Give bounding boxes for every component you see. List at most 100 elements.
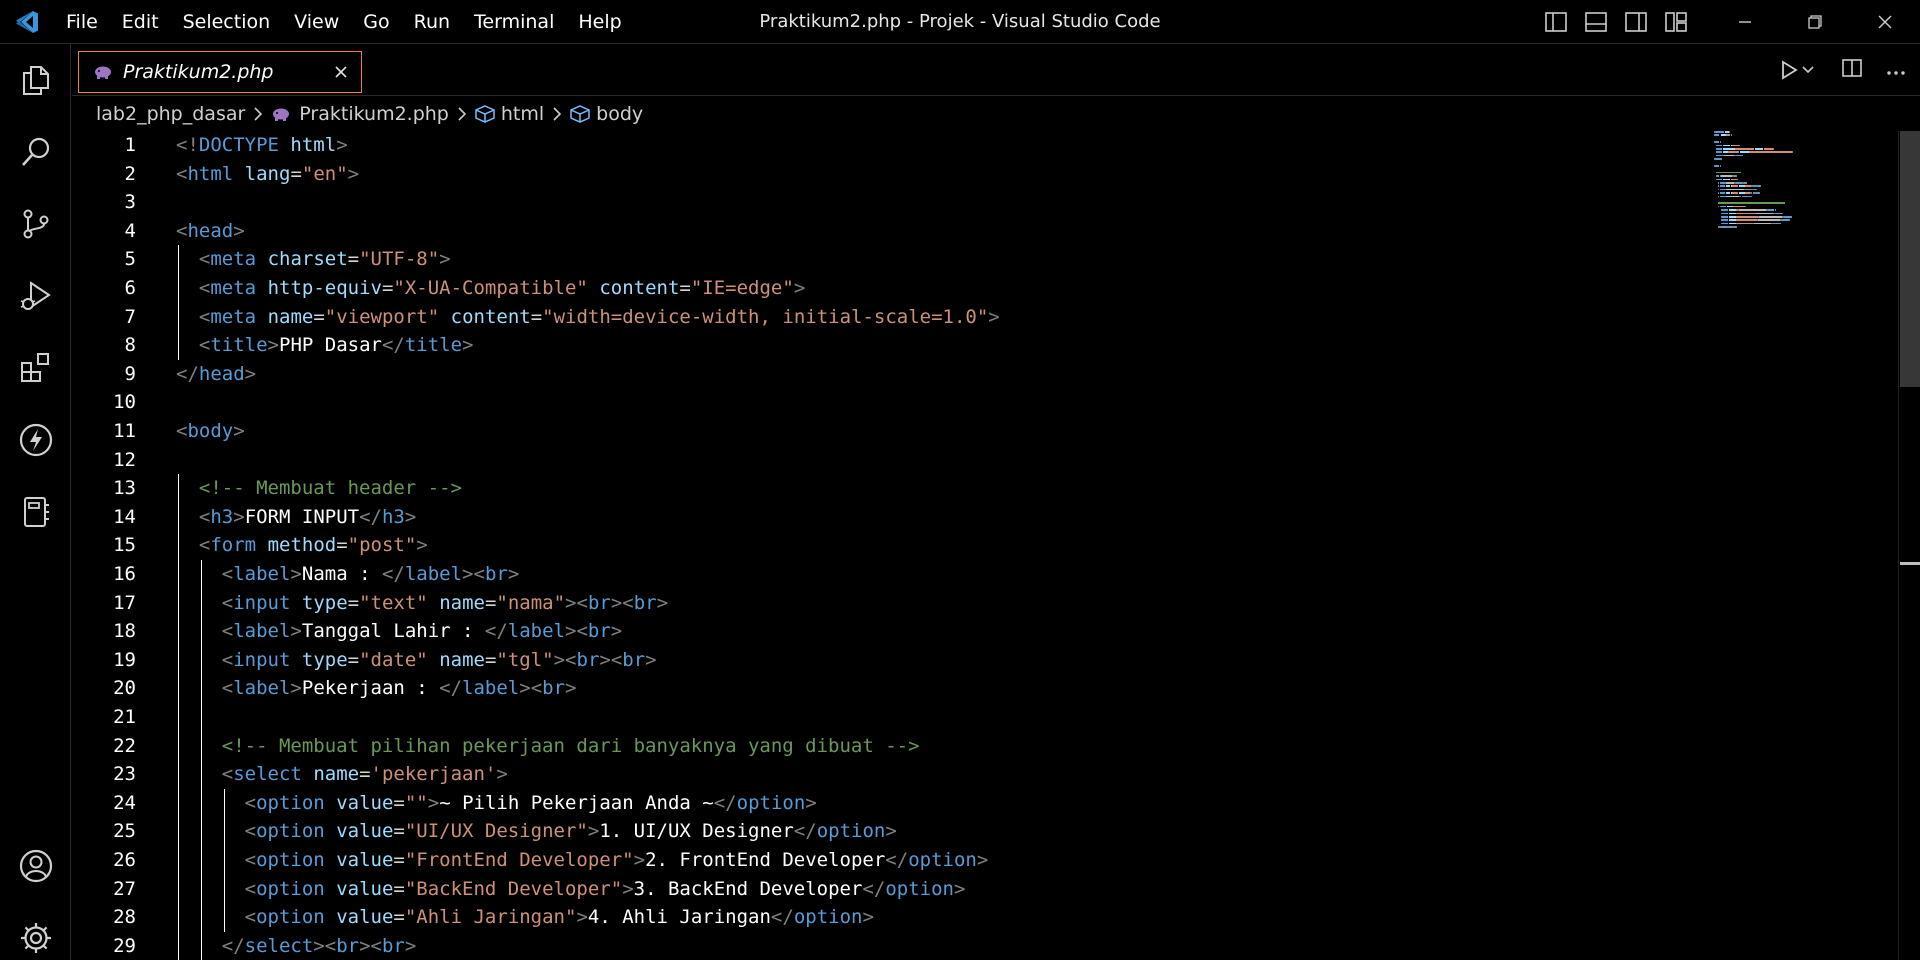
menu-selection[interactable]: Selection — [171, 0, 283, 44]
code-line[interactable]: 9 </head> — [72, 360, 1772, 389]
code-token: meta — [210, 277, 257, 299]
code-line[interactable]: 18 <label>Tanggal Lahir : </label><br> — [72, 617, 1772, 646]
code-token: <!-- Membuat header --> — [198, 477, 462, 500]
code-line[interactable]: 1 <!DOCTYPE html> — [72, 131, 1772, 160]
code-token: = — [347, 248, 360, 271]
scrollbar-thumb[interactable] — [1900, 131, 1920, 387]
settings-gear-icon[interactable] — [0, 902, 71, 960]
code-line[interactable]: 7 <meta name="viewport" content="width=d… — [72, 303, 1772, 332]
code-text: <title>PHP Dasar</title> — [176, 331, 474, 360]
lightning-extension-icon[interactable] — [0, 404, 71, 476]
code-line[interactable]: 15 <form method="post"> — [72, 531, 1772, 560]
code-line[interactable]: 23 <select name='pekerjaan'> — [72, 760, 1772, 789]
breadcrumb-html[interactable]: html — [475, 103, 544, 125]
breadcrumb-folder[interactable]: lab2_php_dasar — [96, 103, 245, 125]
code-editor[interactable]: 1 <!DOCTYPE html> 2 <html lang="en"> 3 4 <head… — [72, 131, 1920, 960]
breadcrumb-body[interactable]: body — [570, 103, 643, 125]
line-number: 3 — [124, 191, 136, 214]
code-line[interactable]: 22 <!-- Membuat pilihan pekerjaan dari b… — [72, 732, 1772, 761]
code-token: </ — [770, 906, 794, 929]
code-token: </ — [439, 677, 463, 700]
code-line[interactable]: 20 <label>Pekerjaan : </label><br> — [72, 674, 1772, 703]
code-token: >< — [462, 563, 485, 585]
code-line[interactable]: 24 <option value="">~ Pilih Pekerjaan An… — [72, 789, 1772, 818]
code-token: html — [290, 134, 337, 156]
minimap-token — [1723, 154, 1734, 157]
toggle-primary-sidebar-icon[interactable] — [1536, 0, 1576, 44]
code-text: <label>Pekerjaan : </label><br> — [176, 674, 577, 703]
more-actions-icon[interactable] — [1886, 61, 1906, 80]
toggle-panel-icon[interactable] — [1576, 0, 1616, 44]
breadcrumb-file-label: Praktikum2.php — [299, 103, 449, 125]
breadcrumb-file[interactable]: Praktikum2.php — [271, 103, 449, 125]
menu-file[interactable]: File — [54, 0, 110, 44]
code-line[interactable]: 16 <label>Nama : </label><br> — [72, 560, 1772, 589]
code-line[interactable]: 2 <html lang="en"> — [72, 160, 1772, 189]
close-window-icon[interactable] — [1850, 0, 1920, 44]
code-token: label — [233, 677, 291, 700]
code-token: >< — [359, 934, 382, 957]
menu-view[interactable]: View — [282, 0, 351, 44]
search-icon[interactable] — [0, 116, 71, 188]
code-token: > — [576, 906, 588, 929]
accounts-icon[interactable] — [0, 830, 71, 902]
breadcrumb-body-label: body — [596, 103, 644, 125]
customize-layout-icon[interactable] — [1656, 0, 1696, 44]
notebook-extension-icon[interactable] — [0, 476, 71, 548]
tab-praktikum2-php[interactable]: Praktikum2.php — [78, 51, 362, 93]
extensions-icon[interactable] — [0, 332, 71, 404]
code-line[interactable]: 12 — [72, 446, 1772, 475]
vscode-logo-icon[interactable] — [0, 0, 54, 44]
minimap-token — [1730, 134, 1732, 136]
code-line[interactable]: 3 — [72, 188, 1772, 217]
code-token: "post" — [347, 534, 417, 557]
menu-terminal[interactable]: Terminal — [462, 0, 566, 44]
menu-go[interactable]: Go — [351, 0, 401, 44]
run-code-icon[interactable] — [1780, 60, 1814, 80]
minimap-token — [1722, 144, 1731, 147]
toggle-secondary-sidebar-icon[interactable] — [1616, 0, 1656, 44]
code-line[interactable]: 28 <option value="Ahli Jaringan">4. Ahli… — [72, 903, 1772, 932]
code-line[interactable]: 4 <head> — [72, 217, 1772, 246]
code-line[interactable]: 6 <meta http-equiv="X-UA-Compatible" con… — [72, 274, 1772, 303]
code-line[interactable]: 11 <body> — [72, 417, 1772, 446]
code-token: = — [530, 305, 543, 328]
minimap-token — [1719, 185, 1725, 187]
source-control-icon[interactable] — [0, 188, 71, 260]
menu-help[interactable]: Help — [566, 0, 633, 44]
line-number: 1 — [124, 134, 136, 156]
code-token: > — [988, 305, 1000, 328]
minimap[interactable] — [1714, 131, 1804, 271]
chevron-right-icon — [552, 107, 562, 121]
minimap-token — [1734, 148, 1754, 150]
restore-icon[interactable] — [1780, 0, 1850, 44]
code-line[interactable]: 29 </select><br><br> — [72, 932, 1772, 960]
code-line[interactable]: 17 <input type="text" name="nama"><br><b… — [72, 589, 1772, 618]
minimap-token — [1736, 226, 1738, 228]
menu-edit[interactable]: Edit — [110, 0, 171, 44]
explorer-icon[interactable] — [0, 44, 71, 116]
code-line[interactable]: 14 <h3>FORM INPUT</h3> — [72, 503, 1772, 532]
code-line[interactable]: 26 <option value="FrontEnd Developer">2.… — [72, 846, 1772, 875]
code-line[interactable]: 27 <option value="BackEnd Developer">3. … — [72, 875, 1772, 904]
minimap-token — [1731, 192, 1739, 194]
minimize-icon[interactable] — [1710, 0, 1780, 44]
code-token: < — [221, 591, 234, 614]
code-line[interactable]: 13 <!-- Membuat header --> — [72, 474, 1772, 503]
chevron-down-icon[interactable] — [1802, 65, 1814, 75]
code-token: label — [233, 563, 291, 585]
code-line[interactable]: 25 <option value="UI/UX Designer">1. UI/… — [72, 817, 1772, 846]
code-line[interactable]: 8 <title>PHP Dasar</title> — [72, 331, 1772, 360]
split-editor-icon[interactable] — [1842, 58, 1862, 82]
code-line[interactable]: 19 <input type="date" name="tgl"><br><br… — [72, 646, 1772, 675]
run-and-debug-icon[interactable] — [0, 260, 71, 332]
code-line[interactable]: 21 — [72, 703, 1772, 732]
code-line[interactable]: 10 — [72, 388, 1772, 417]
close-tab-icon[interactable] — [331, 62, 351, 82]
menu-run[interactable]: Run — [402, 0, 462, 44]
code-line[interactable]: 5 <meta charset="UTF-8"> — [72, 245, 1772, 274]
